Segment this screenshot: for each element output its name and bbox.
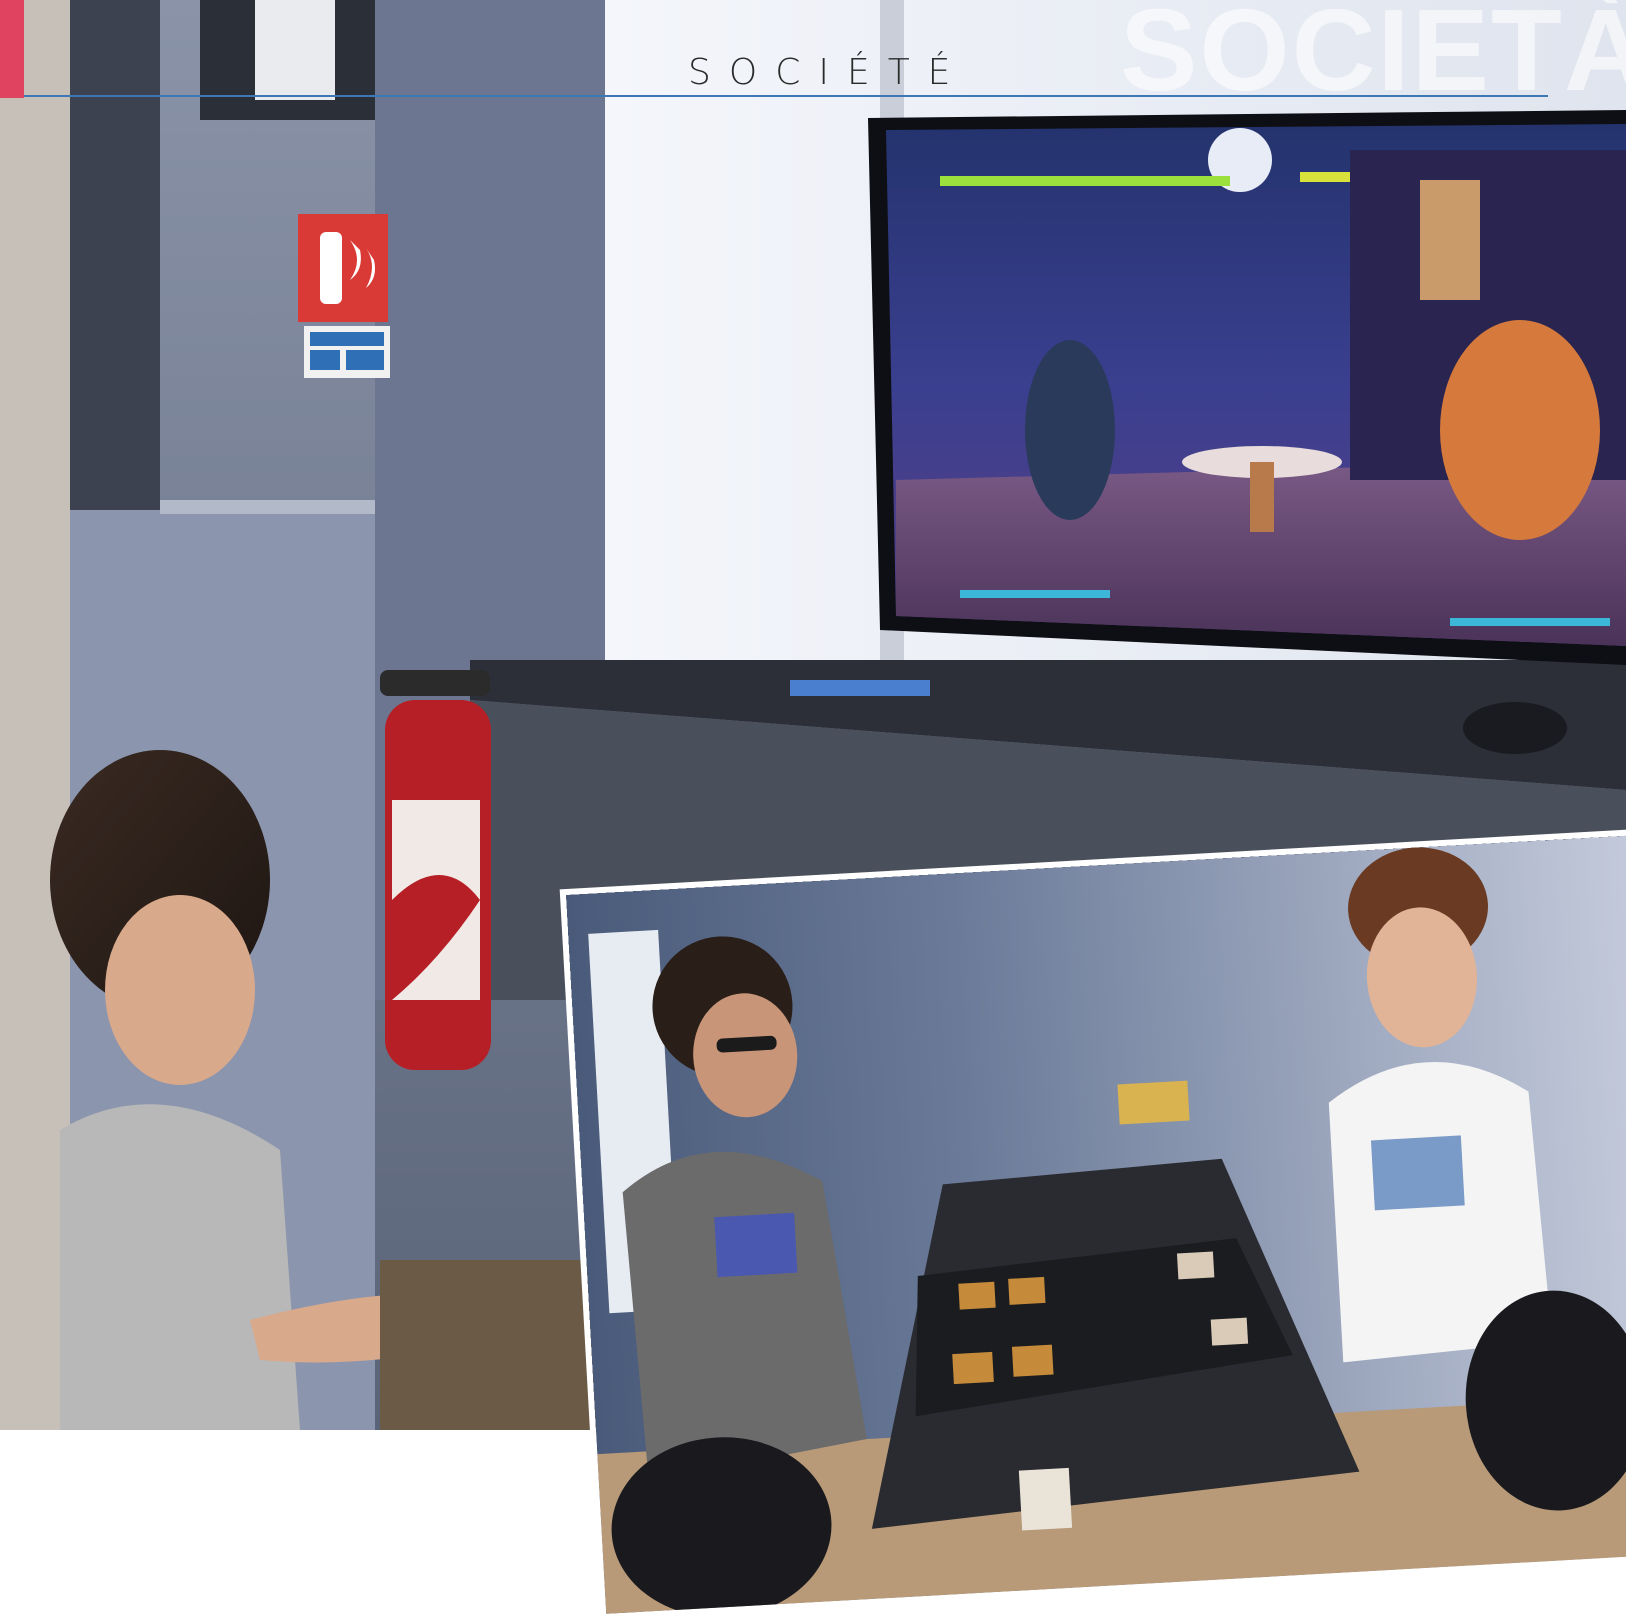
section-watermark: SOCIETÀ: [1120, 0, 1626, 115]
fire-extinguisher: [380, 670, 491, 1070]
card-game-scene: [566, 833, 1626, 1614]
accent-bar: [0, 0, 24, 98]
fire-extinguisher-sign: [298, 214, 390, 378]
inset-photo: [566, 833, 1626, 1614]
tv-screen: [868, 110, 1626, 665]
section-title: SOCIÉTÉ: [688, 52, 969, 93]
